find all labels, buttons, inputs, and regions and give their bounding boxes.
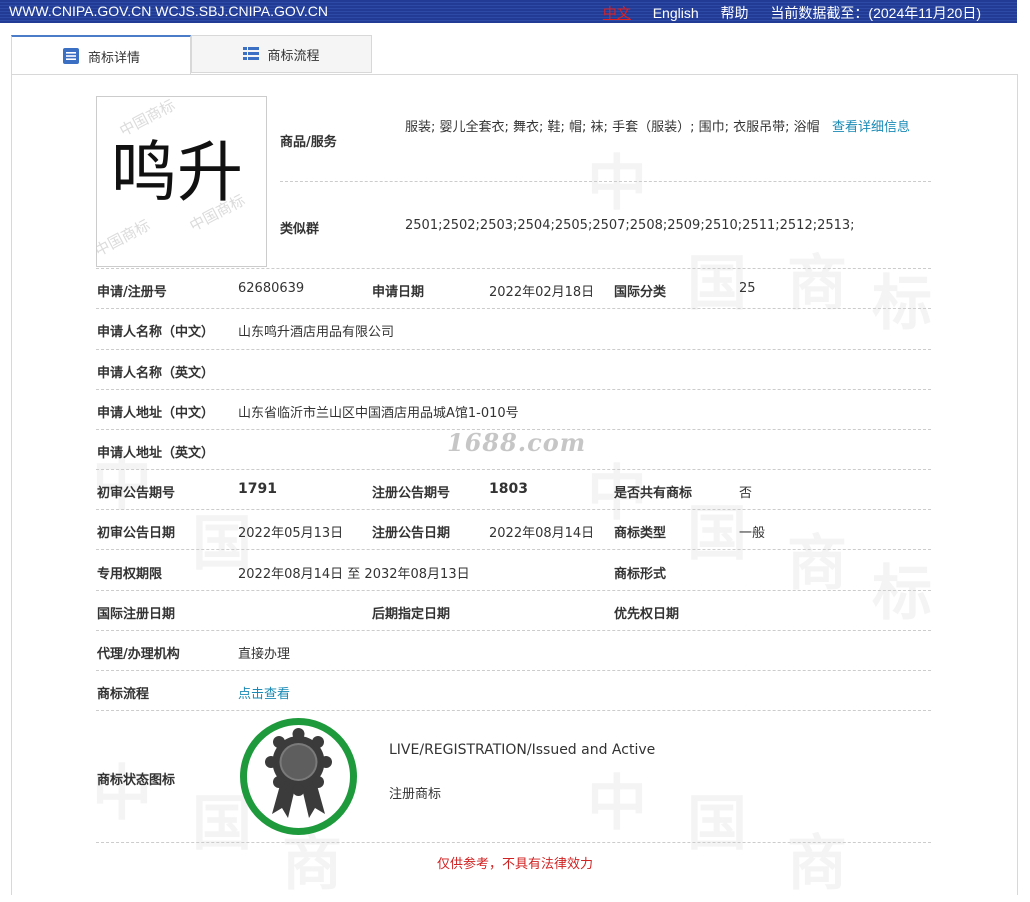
tab-trademark-details[interactable]: 商标详情: [11, 35, 191, 75]
applicant-en-label: 申请人名称（英文）: [97, 366, 215, 381]
disclaimer-text: 仅供参考，不具有法律效力: [436, 857, 593, 872]
prelim-date-label: 初审公告日期: [97, 526, 176, 541]
reg-date-value: 2022年08月14日: [489, 526, 595, 541]
reg-issue-value: 1803: [489, 481, 528, 497]
divider: [96, 710, 931, 711]
background-watermark: 标: [872, 545, 932, 632]
divider: [96, 509, 931, 510]
goods-label: 商品/服务: [280, 135, 337, 150]
divider: [96, 389, 931, 390]
goods-value: 服装; 婴儿全套衣; 舞衣; 鞋; 帽; 袜; 手套（服装）; 围巾; 衣服吊带…: [405, 108, 925, 148]
divider: [96, 630, 931, 631]
trademark-image: 中国商标 中国商标 中国商标 鸣升: [96, 96, 267, 267]
exclusive-label: 专用权期限: [97, 567, 163, 582]
divider: [96, 590, 931, 591]
intl-reg-date-label: 国际注册日期: [97, 607, 176, 622]
help-link[interactable]: 帮助: [721, 5, 749, 21]
divider: [96, 842, 931, 843]
later-designation-label: 后期指定日期: [372, 607, 451, 622]
shared-label: 是否共有商标: [614, 486, 693, 501]
reg-no-value: 62680639: [238, 281, 305, 296]
view-details-link[interactable]: 查看详细信息: [832, 120, 910, 135]
reg-no-label: 申请/注册号: [97, 285, 167, 300]
image-watermark: 中国商标: [96, 215, 153, 260]
prelim-issue-value: 1791: [238, 481, 277, 497]
priority-date-label: 优先权日期: [614, 607, 680, 622]
divider: [96, 349, 931, 350]
process-view-link[interactable]: 点击查看: [238, 683, 290, 702]
reg-issue-label: 注册公告期号: [372, 486, 451, 501]
registered-seal-icon: [238, 716, 359, 837]
address-cn-value: 山东省临沂市兰山区中国酒店用品城A馆1-010号: [238, 406, 519, 421]
intl-class-value: 25: [739, 281, 756, 296]
status-en-text: LIVE/REGISTRATION/Issued and Active: [389, 742, 656, 758]
reg-date-label: 注册公告日期: [372, 526, 451, 541]
site-urls: WWW.CNIPA.GOV.CN WCJS.SBJ.CNIPA.GOV.CN: [9, 3, 328, 19]
shared-value: 否: [739, 486, 753, 501]
background-watermark: 中: [587, 135, 647, 222]
address-cn-label: 申请人地址（中文）: [97, 406, 215, 421]
trademark-mark-text: 鸣升: [111, 134, 243, 211]
tm-form-label: 商标形式: [614, 567, 667, 582]
lang-en-link[interactable]: English: [653, 5, 699, 21]
status-icon-label: 商标状态图标: [97, 773, 176, 788]
tab-label: 商标详情: [87, 50, 140, 66]
similar-groups-label: 类似群: [280, 222, 320, 237]
background-watermark: 商: [787, 515, 847, 602]
tm-type-value: 一般: [739, 526, 766, 541]
divider: [280, 181, 931, 182]
applicant-cn-value: 山东鸣升酒店用品有限公司: [238, 325, 395, 340]
divider: [96, 549, 931, 550]
status-cn-text: 注册商标: [389, 787, 442, 802]
table-grid-icon: [243, 46, 260, 62]
applicant-cn-label: 申请人名称（中文）: [97, 325, 215, 340]
app-date-label: 申请日期: [372, 285, 425, 300]
background-watermark: 中: [587, 755, 647, 842]
divider: [96, 469, 931, 470]
top-bar: WWW.CNIPA.GOV.CN WCJS.SBJ.CNIPA.GOV.CN 中…: [0, 0, 1017, 23]
background-watermark: 国: [687, 775, 747, 862]
lang-zh-link[interactable]: 中文: [603, 5, 631, 21]
divider: [96, 268, 931, 269]
exclusive-value: 2022年08月14日 至 2032年08月13日: [238, 567, 470, 582]
divider: [96, 308, 931, 309]
tab-label: 商标流程: [267, 48, 320, 64]
data-cutoff: 当前数据截至：(2024年11月20日): [770, 5, 981, 21]
address-en-label: 申请人地址（英文）: [97, 446, 215, 461]
goods-list: 服装; 婴儿全套衣; 舞衣; 鞋; 帽; 袜; 手套（服装）; 围巾; 衣服吊带…: [405, 120, 820, 135]
site-watermark: 1688.com: [447, 428, 587, 457]
background-watermark: 国: [687, 485, 747, 572]
app-date-value: 2022年02月18日: [489, 285, 595, 300]
tab-trademark-process[interactable]: 商标流程: [191, 35, 372, 73]
agent-value: 直接办理: [238, 647, 291, 662]
prelim-date-value: 2022年05月13日: [238, 526, 344, 541]
top-nav: 中文 English 帮助 当前数据截至：(2024年11月20日): [585, 3, 981, 23]
prelim-issue-label: 初审公告期号: [97, 486, 176, 501]
process-label: 商标流程: [97, 687, 150, 702]
tm-type-label: 商标类型: [614, 526, 667, 541]
intl-class-label: 国际分类: [614, 285, 667, 300]
divider: [96, 670, 931, 671]
background-watermark: 中: [92, 745, 152, 832]
agent-label: 代理/办理机构: [97, 647, 180, 662]
document-list-icon: [62, 47, 80, 65]
similar-groups-value: 2501;2502;2503;2504;2505;2507;2508;2509;…: [405, 218, 855, 233]
